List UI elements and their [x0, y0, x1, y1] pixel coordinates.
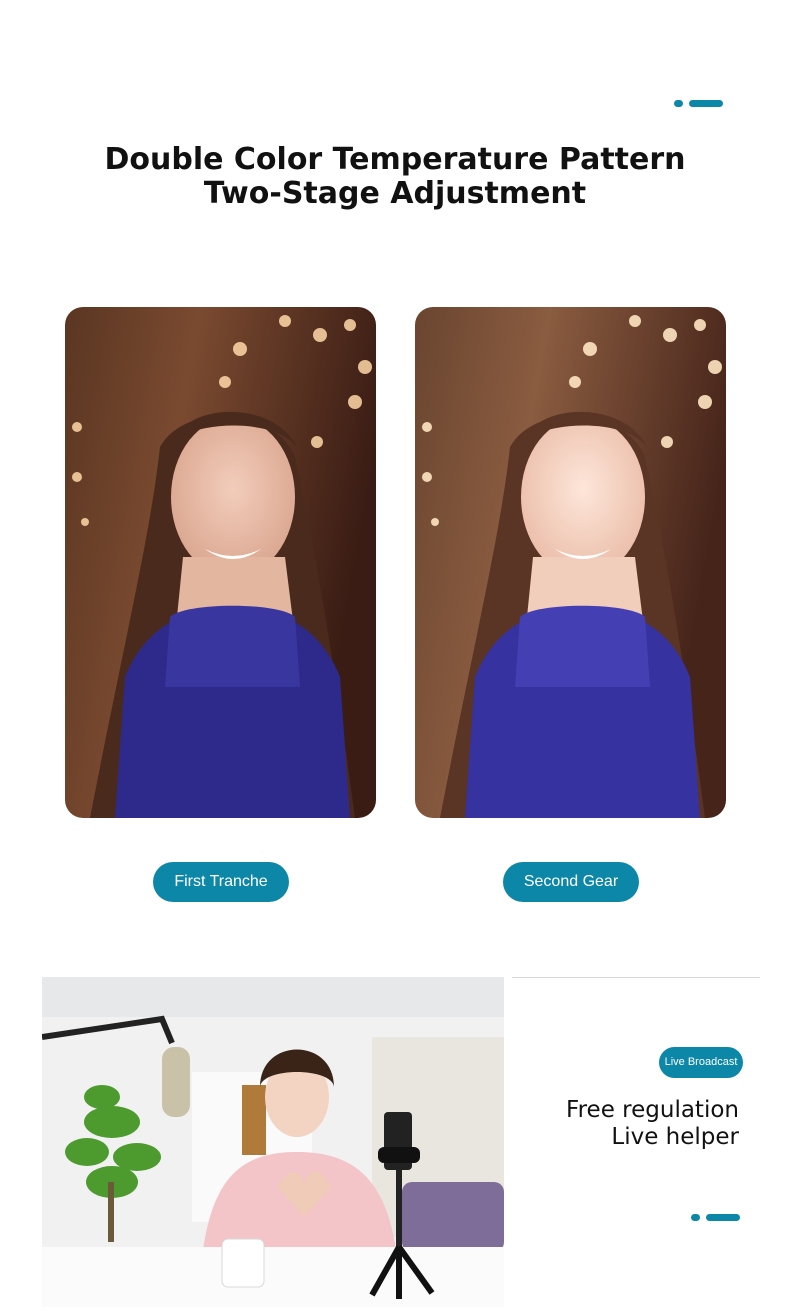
page-title: Double Color Temperature Pattern Two-Sta…: [0, 143, 790, 211]
accent-dash: [706, 1214, 740, 1221]
title-line-1: Double Color Temperature Pattern: [104, 142, 686, 177]
second-gear-label: Second Gear: [503, 862, 639, 902]
accent-dot: [674, 100, 683, 107]
tagline-line-2: Live helper: [611, 1124, 739, 1150]
live-broadcast-badge: Live Broadcast: [659, 1047, 743, 1078]
tagline-line-1: Free regulation: [566, 1097, 739, 1123]
feature-tagline: Free regulation Live helper: [566, 1097, 739, 1151]
portrait-photo-second-gear: [415, 307, 726, 818]
title-line-2: Two-Stage Adjustment: [203, 176, 587, 211]
portrait-photo-first-tranche: [65, 307, 376, 818]
accent-dot: [691, 1214, 700, 1221]
divider-line: [512, 977, 760, 978]
live-broadcast-scene-photo: [42, 977, 504, 1307]
accent-dash: [689, 100, 723, 107]
first-tranche-label: First Tranche: [153, 862, 289, 902]
